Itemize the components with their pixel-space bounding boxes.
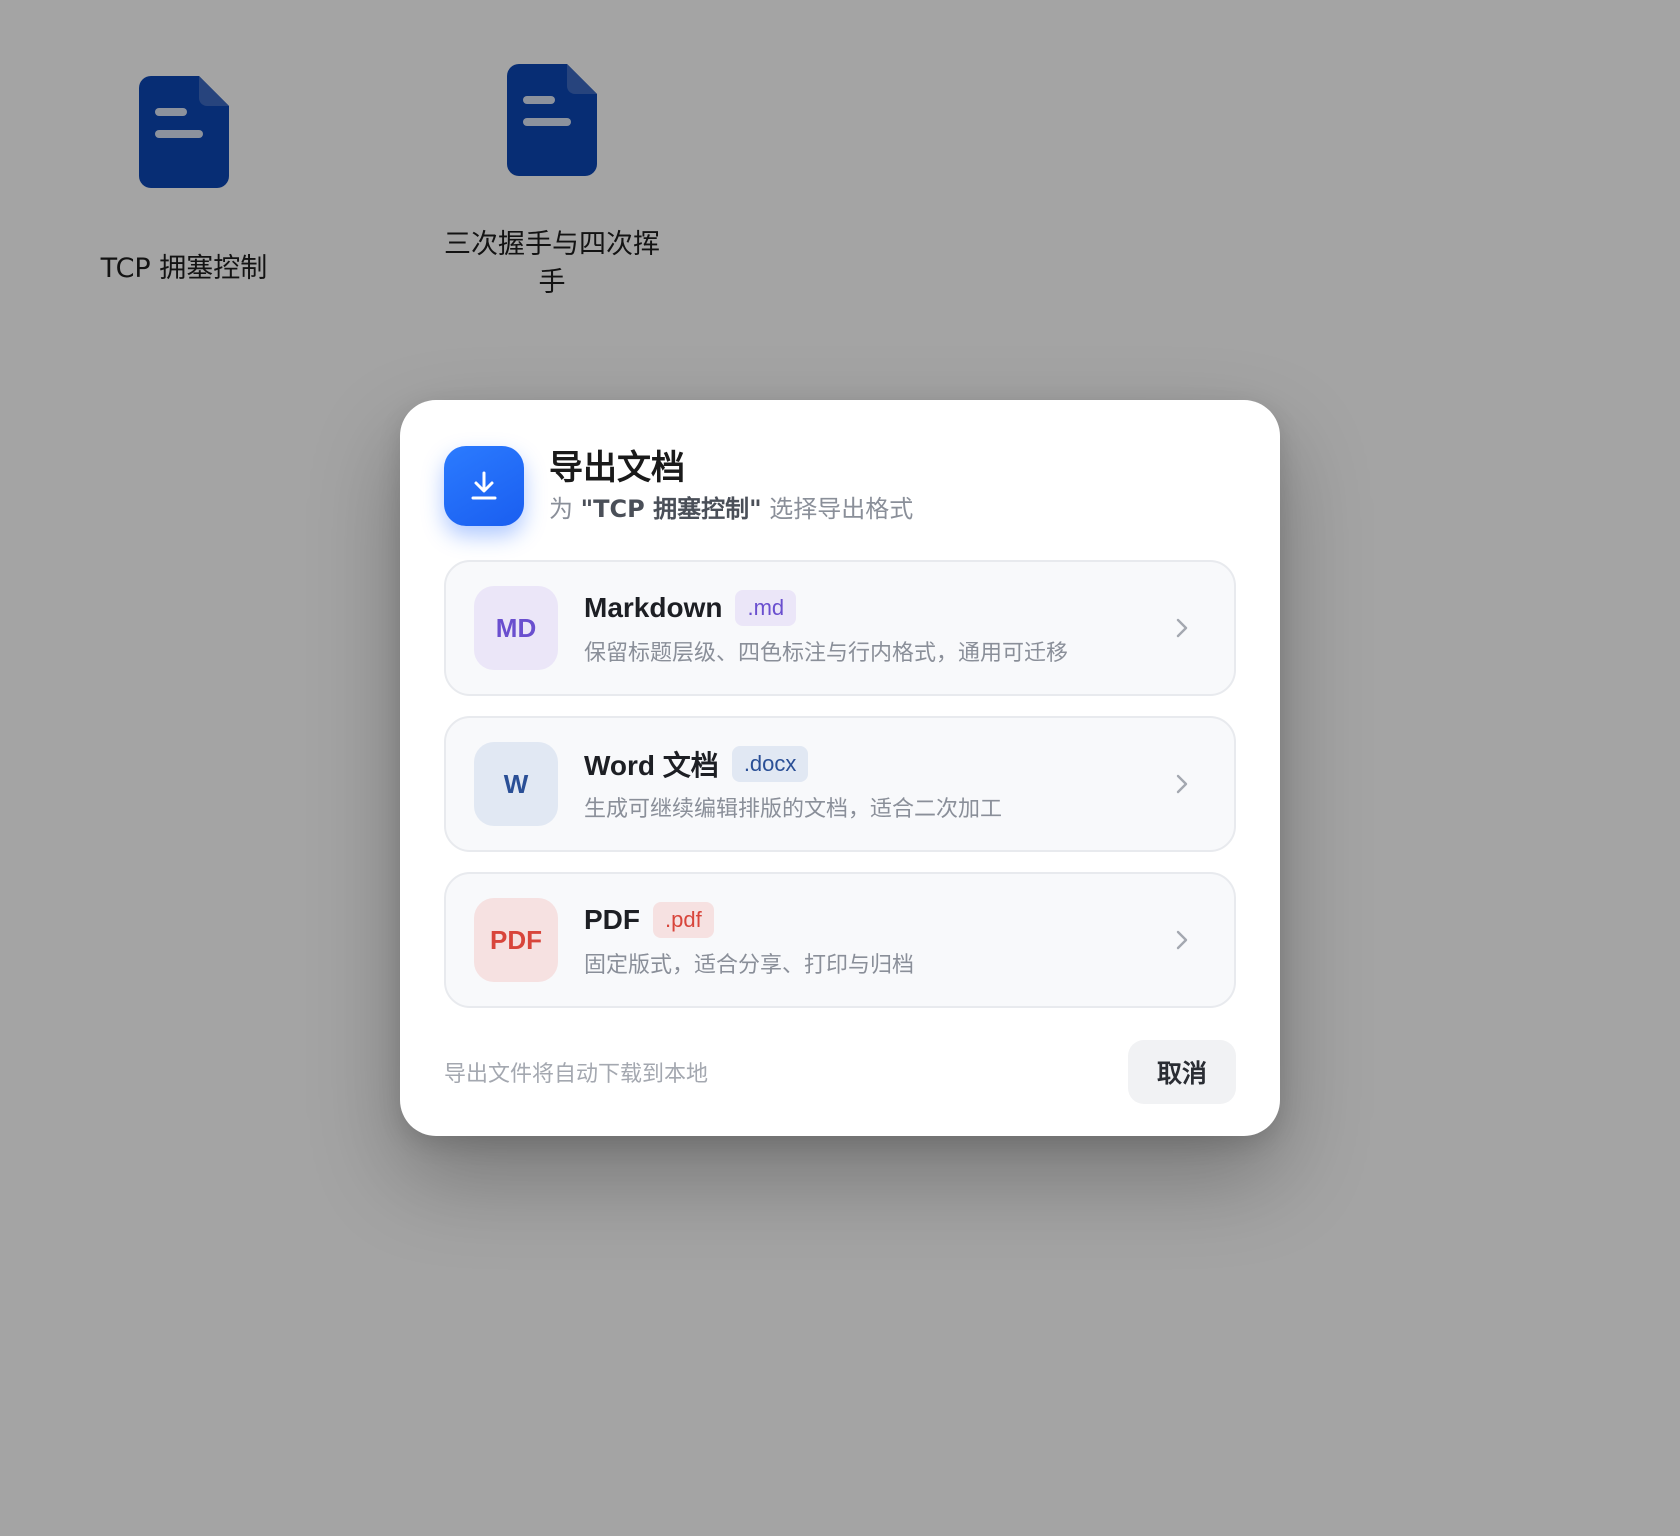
dialog-footer: 导出文件将自动下载到本地 取消 xyxy=(444,1040,1236,1104)
subtitle-prefix: 为 xyxy=(549,495,573,523)
dialog-subtitle: 为 "TCP 拥塞控制" 选择导出格式 xyxy=(549,492,913,526)
chevron-right-icon xyxy=(1176,774,1188,794)
markdown-format-icon: MD xyxy=(474,586,558,670)
extension-tag: .pdf xyxy=(653,902,714,938)
option-pdf[interactable]: PDF PDF .pdf 固定版式，适合分享、打印与归档 xyxy=(444,872,1236,1008)
option-markdown[interactable]: MD Markdown .md 保留标题层级、四色标注与行内格式，通用可迁移 xyxy=(444,560,1236,696)
option-title: Markdown xyxy=(584,592,723,623)
chevron-right-icon xyxy=(1176,618,1188,638)
subtitle-document-name: "TCP 拥塞控制" xyxy=(580,495,762,523)
download-icon xyxy=(444,446,524,526)
dialog-title: 导出文档 xyxy=(549,448,685,488)
subtitle-suffix: 选择导出格式 xyxy=(769,495,914,523)
option-title: PDF xyxy=(584,904,640,935)
word-format-icon: W xyxy=(474,742,558,826)
option-description: 固定版式，适合分享、打印与归档 xyxy=(584,953,915,978)
chevron-right-icon xyxy=(1176,930,1188,950)
export-dialog: 导出文档 为 "TCP 拥塞控制" 选择导出格式 MD Markdown .md… xyxy=(400,400,1280,1136)
pdf-format-icon: PDF xyxy=(474,898,558,982)
extension-tag: .docx xyxy=(731,746,809,782)
cancel-button[interactable]: 取消 xyxy=(1128,1040,1236,1104)
option-description: 生成可继续编辑排版的文档，适合二次加工 xyxy=(584,797,1003,822)
format-options: MD Markdown .md 保留标题层级、四色标注与行内格式，通用可迁移 W… xyxy=(444,560,1236,1028)
option-description: 保留标题层级、四色标注与行内格式，通用可迁移 xyxy=(584,641,1069,666)
footer-note: 导出文件将自动下载到本地 xyxy=(444,1062,709,1087)
option-title: Word 文档 xyxy=(584,750,719,781)
option-word[interactable]: W Word 文档 .docx 生成可继续编辑排版的文档，适合二次加工 xyxy=(444,716,1236,852)
extension-tag: .md xyxy=(735,590,797,626)
dialog-header: 导出文档 为 "TCP 拥塞控制" 选择导出格式 xyxy=(444,446,913,526)
